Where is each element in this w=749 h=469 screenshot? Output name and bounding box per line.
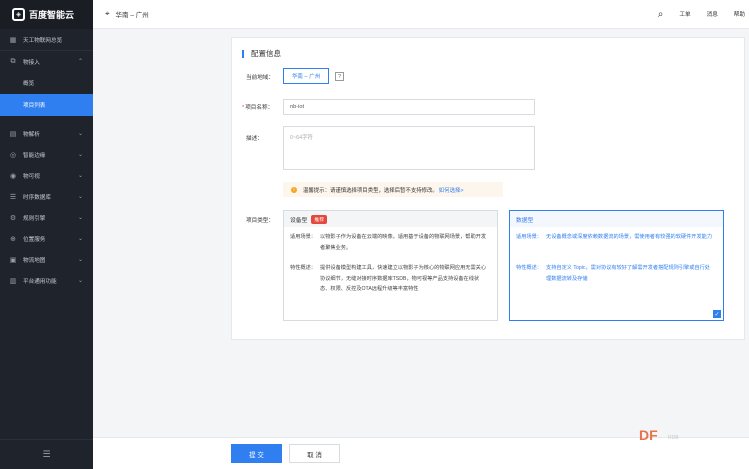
cancel-button[interactable]: 取 消 <box>289 444 340 463</box>
scene-key: 适用场景： <box>290 234 316 240</box>
project-type-label: 项目类型： <box>246 218 274 224</box>
data-scene-row: 适用场景： 无设备概念或深度依赖数据流的场景，需使用者有较强的软硬件开发能力 <box>516 232 714 243</box>
sidebar-item-parse[interactable]: ▤ 物解析 ⌄ <box>0 123 93 144</box>
selected-check-icon: ✓ <box>713 310 721 318</box>
feature-key: 特性概述： <box>516 265 542 271</box>
device-scene-row: 适用场景： 以物影子作为设备在云端的映像，适用基于设备的物联网场景，帮助开发者聚… <box>290 232 488 253</box>
sidebar-item-tsdb[interactable]: ☰ 时序数据库 ⌄ <box>0 186 93 207</box>
warning-icon: ! <box>291 186 297 193</box>
sidebar-item-label: 平台通用功能 <box>23 278 57 285</box>
device-type-title: 设备型 <box>290 217 308 224</box>
submit-button[interactable]: 提 交 <box>231 444 282 463</box>
data-type-title: 数据型 <box>516 217 534 224</box>
parse-icon: ▤ <box>9 130 17 138</box>
sidebar-item-label: 项目列表 <box>23 103 46 109</box>
feature-value: 支持自定义 Topic，需对协议有较好了解需开发者搭配规则引擎或自行处理数据流转… <box>546 265 710 282</box>
database-icon: ☰ <box>9 193 17 201</box>
recommend-badge: 推荐 <box>311 214 328 224</box>
tip-text: 温馨提示：请谨慎选择项目类型，选择后暂不支持修改。 <box>303 187 438 194</box>
sidebar-item-label: 规则引擎 <box>23 215 46 222</box>
rule-icon: ⚙ <box>9 214 17 222</box>
project-name-label: *项目名称： <box>242 103 273 111</box>
device-type-card[interactable]: 设备型 推荐 适用场景： 以物影子作为设备在云端的映像，适用基于设备的物联网场景… <box>283 210 498 321</box>
eye-icon: ◉ <box>9 172 17 180</box>
region-selector[interactable]: ⌖ 华南 – 广州 <box>93 9 149 19</box>
feature-value: 提供设备模型构建工具，快速建立以物影子为核心的物联网应用无需关心协议细节，无缝对… <box>320 265 487 292</box>
sidebar-item-label: 物可视 <box>23 173 40 180</box>
sidebar-item-edge[interactable]: ◎ 智能边缘 ⌄ <box>0 144 93 165</box>
ticket-link[interactable]: 工单 <box>679 10 690 18</box>
sidebar-item-location[interactable]: ⊕ 位置服务 ⌄ <box>0 228 93 249</box>
sidebar-item-visual[interactable]: ◉ 物可视 ⌄ <box>0 165 93 186</box>
message-link[interactable]: 消息 <box>707 10 718 18</box>
sidebar-item-label: 智能边缘 <box>23 152 46 159</box>
search-icon[interactable]: ⌕ <box>658 9 664 20</box>
project-name-input[interactable]: nb-iot <box>283 99 535 115</box>
description-label: 描述： <box>246 136 263 142</box>
map-icon: ▣ <box>9 256 17 264</box>
sidebar-item-project-list[interactable]: 项目列表 <box>0 94 93 116</box>
device-type-header: 设备型 推荐 <box>284 211 497 227</box>
region-field-label: 当前地域： <box>246 75 274 81</box>
data-feature-row: 特性概述： 支持自定义 Topic，需对协议有较好了解需开发者搭配规则引擎或自行… <box>516 263 714 284</box>
description-textarea[interactable]: 0~64字符 <box>283 126 535 170</box>
title-accent-bar <box>242 49 244 58</box>
scene-value: 以物影子作为设备在云端的映像，适用基于设备的物联网场景，帮助开发者聚焦业务。 <box>320 234 487 251</box>
sidebar: ◈ 百度智能云 ▦ 天工物联网总览 ⧉ 物接入 ⌃ 概览 项目列表 ▤ 物解析 … <box>0 0 93 469</box>
sidebar-item-label: 物解析 <box>23 131 40 138</box>
sidebar-item-platform[interactable]: ▥ 平台通用功能 ⌄ <box>0 270 93 291</box>
required-mark: * <box>242 105 245 111</box>
chevron-down-icon: ⌄ <box>77 278 83 284</box>
chevron-down-icon: ⌄ <box>77 152 83 158</box>
sidebar-item-rule-engine[interactable]: ⚙ 规则引擎 ⌄ <box>0 207 93 228</box>
how-to-choose-link[interactable]: 如何选择> <box>439 186 464 194</box>
connect-icon: ⧉ <box>10 57 16 65</box>
sidebar-item-logistics[interactable]: ▣ 物流地图 ⌄ <box>0 249 93 270</box>
warning-tip: ! 温馨提示：请谨慎选择项目类型，选择后暂不支持修改。 如何选择> <box>283 182 503 197</box>
project-name-label-text: 项目名称： <box>245 105 274 111</box>
watermark-logo: DF <box>639 427 658 443</box>
data-type-header: 数据型 <box>510 211 723 227</box>
watermark-text: RDB <box>668 435 679 441</box>
chevron-down-icon: ⌄ <box>77 194 83 200</box>
feature-key: 特性概述： <box>290 265 316 271</box>
sidebar-item-label: 物流地图 <box>23 257 46 264</box>
topbar: ⌖ 华南 – 广州 ⌕ 工单 消息 帮助 <box>93 0 749 29</box>
data-type-card[interactable]: 数据型 适用场景： 无设备概念或深度依赖数据流的场景，需使用者有较强的软硬件开发… <box>509 210 724 321</box>
location-pin-icon: ⌖ <box>105 9 110 18</box>
sidebar-item-label: 物接入 <box>23 59 40 66</box>
chevron-down-icon: ⌄ <box>77 236 83 242</box>
sidebar-item-label: 时序数据库 <box>23 194 51 201</box>
sidebar-item-label: 天工物联网总览 <box>23 37 63 44</box>
config-card: 配置信息 当前地域： 华南 – 广州 ? *项目名称： nb-iot 描述： 0… <box>231 37 745 340</box>
device-feature-row: 特性概述： 提供设备模型构建工具，快速建立以物影子为核心的物联网应用无需关心协议… <box>290 263 488 295</box>
sidebar-item-overview[interactable]: ▦ 天工物联网总览 <box>0 29 93 51</box>
sidebar-item-connect[interactable]: ⧉ 物接入 ⌃ <box>0 51 93 72</box>
region-button[interactable]: 华南 – 广州 <box>283 68 329 84</box>
chevron-down-icon: ⌄ <box>77 215 83 221</box>
section-title: 配置信息 <box>242 48 281 59</box>
logo-text: 百度智能云 <box>29 10 75 20</box>
chevron-down-icon: ⌄ <box>77 257 83 263</box>
logo-icon: ◈ <box>12 8 25 21</box>
overview-icon: ▦ <box>9 36 17 44</box>
help-link[interactable]: 帮助 <box>734 10 745 18</box>
collapse-menu-icon[interactable]: ☰ <box>0 439 93 469</box>
scene-key: 适用场景： <box>516 234 542 240</box>
section-title-text: 配置信息 <box>251 49 281 58</box>
sidebar-item-summary[interactable]: 概览 <box>0 72 93 94</box>
help-icon[interactable]: ? <box>335 72 344 81</box>
chevron-up-icon: ⌃ <box>77 59 83 65</box>
sidebar-item-label: 概览 <box>23 81 35 87</box>
logo[interactable]: ◈ 百度智能云 <box>0 0 93 29</box>
chevron-down-icon: ⌄ <box>77 131 83 137</box>
sidebar-item-label: 位置服务 <box>23 236 46 243</box>
platform-icon: ▥ <box>9 277 17 285</box>
edge-icon: ◎ <box>9 151 17 159</box>
chevron-down-icon: ⌄ <box>77 173 83 179</box>
location-icon: ⊕ <box>10 235 16 243</box>
region-label: 华南 – 广州 <box>115 12 149 19</box>
scene-value: 无设备概念或深度依赖数据流的场景，需使用者有较强的软硬件开发能力 <box>546 234 713 240</box>
